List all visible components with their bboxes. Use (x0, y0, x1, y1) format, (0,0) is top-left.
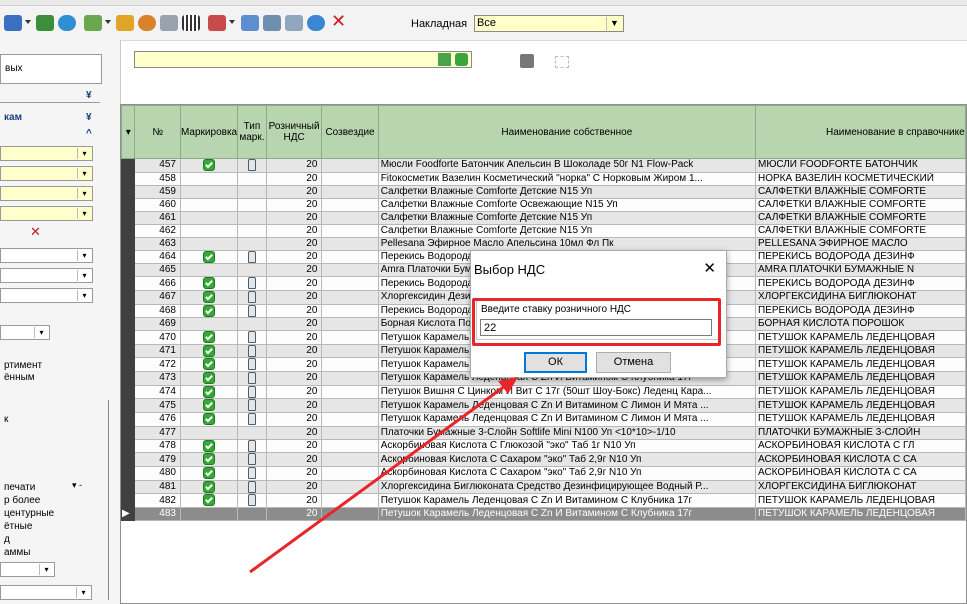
arrow-line (249, 384, 506, 574)
arrow-head (498, 377, 518, 394)
annotation-arrow (249, 377, 518, 574)
